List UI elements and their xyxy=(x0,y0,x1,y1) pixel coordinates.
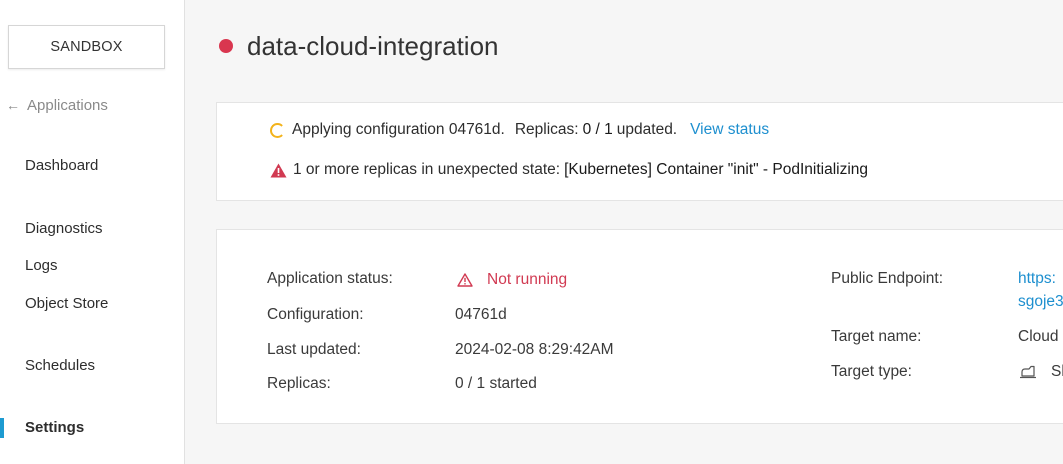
target-name-label: Target name: xyxy=(831,328,922,345)
sidebar-item-label: Dashboard xyxy=(25,157,99,174)
sidebar-item-label: Settings xyxy=(25,419,85,436)
sidebar-item-label: Logs xyxy=(25,257,58,274)
application-status-label: Application status: xyxy=(267,270,393,287)
sidebar-item-logs[interactable]: Logs xyxy=(25,256,58,276)
target-name-value: Cloud xyxy=(1018,328,1059,345)
sidebar-item-dashboard[interactable]: Dashboard xyxy=(25,156,98,176)
replicas-suffix: updated. xyxy=(616,121,678,138)
sidebar-item-label: Schedules xyxy=(25,357,96,374)
status-banner-card xyxy=(216,102,1063,201)
not-running-text: Not running xyxy=(487,271,568,288)
cloud-target-icon xyxy=(1019,365,1037,379)
application-details-card xyxy=(216,229,1063,424)
back-to-applications-link[interactable]: ← Applications xyxy=(6,95,108,115)
arrow-left-icon: ← xyxy=(6,97,20,113)
view-status-link[interactable]: View status xyxy=(690,121,769,139)
sidebar-item-schedules[interactable]: Schedules xyxy=(25,356,95,376)
configuration-value: 04761d xyxy=(455,306,507,323)
warning-outline-icon xyxy=(457,273,473,287)
public-endpoint-label: Public Endpoint: xyxy=(831,270,944,287)
app-root: SANDBOX ← Applications Dashboard Diagnos… xyxy=(0,0,1063,464)
application-status-value: Not running xyxy=(457,269,567,291)
sidebar-item-label: Object Store xyxy=(25,295,109,312)
active-indicator xyxy=(0,418,4,438)
configuration-label: Configuration: xyxy=(267,306,364,323)
replicas-count: 0 / 1 xyxy=(582,121,613,138)
target-type-text: Sl xyxy=(1051,363,1063,380)
warning-detail: [Kubernetes] Container "init" - PodIniti… xyxy=(564,161,869,178)
target-type-value: Sl xyxy=(1019,361,1063,383)
applying-status-row: Applying configuration 04761d. Replicas:… xyxy=(270,119,769,141)
replicas-value: 0 / 1 started xyxy=(455,375,537,392)
replicas-prefix: Replicas: xyxy=(514,121,579,138)
sidebar-item-settings[interactable]: Settings xyxy=(25,418,84,438)
environment-label: SANDBOX xyxy=(50,39,123,55)
warning-prefix: 1 or more replicas in unexpected state: xyxy=(293,161,561,178)
replicas-label: Replicas: xyxy=(267,375,331,392)
applying-text: Applying configuration 04761d. xyxy=(292,121,505,138)
target-type-label: Target type: xyxy=(831,363,912,380)
back-link-label: Applications xyxy=(27,96,108,114)
sidebar-item-diagnostics[interactable]: Diagnostics xyxy=(25,219,103,239)
warning-triangle-icon xyxy=(270,163,287,178)
page-title: data-cloud-integration xyxy=(247,31,499,61)
sidebar-item-object-store[interactable]: Object Store xyxy=(25,294,108,314)
last-updated-label: Last updated: xyxy=(267,341,361,358)
last-updated-value: 2024-02-08 8:29:42AM xyxy=(455,341,614,358)
public-endpoint-link-continued[interactable]: sgoje3 xyxy=(1018,291,1063,313)
replica-warning-row: 1 or more replicas in unexpected state: … xyxy=(270,159,868,181)
sidebar-item-label: Diagnostics xyxy=(25,220,103,237)
environment-selector-button[interactable]: SANDBOX xyxy=(8,25,165,69)
sidebar: SANDBOX ← Applications Dashboard Diagnos… xyxy=(0,0,185,464)
app-status-dot xyxy=(219,39,233,53)
loading-spinner-icon xyxy=(270,122,285,138)
public-endpoint-link[interactable]: https: xyxy=(1018,268,1056,290)
